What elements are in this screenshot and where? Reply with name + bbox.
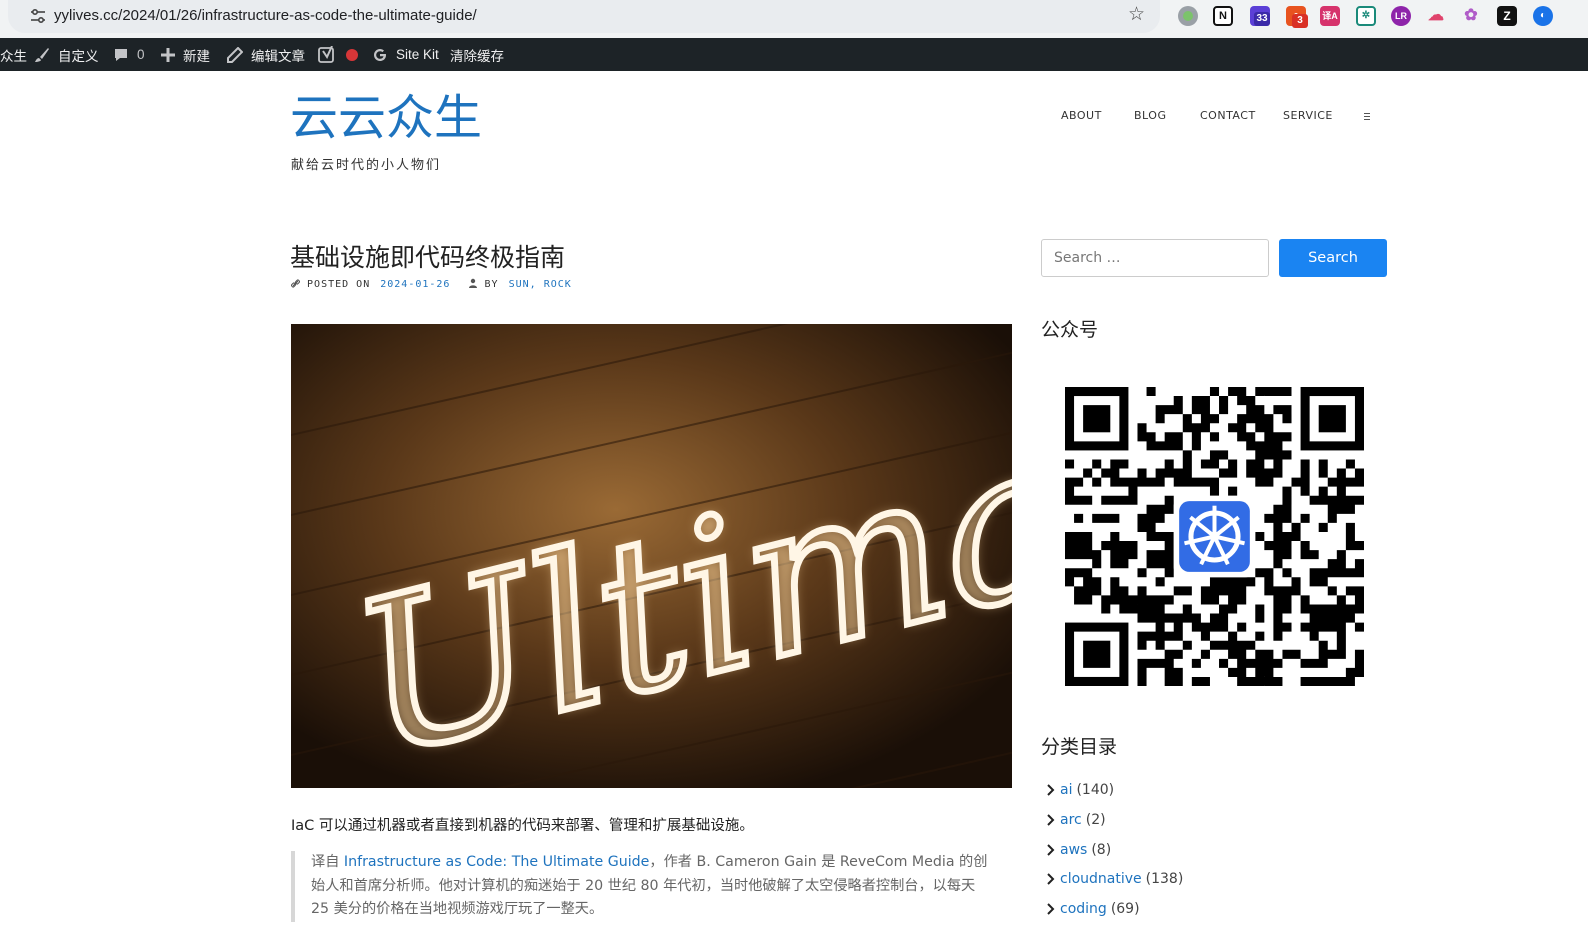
category-link[interactable]: ai <box>1060 782 1072 798</box>
pencil-icon <box>227 46 243 63</box>
posted-on-label: POSTED ON <box>307 279 371 290</box>
translation-note: 译自 Infrastructure as Code: The Ultimate … <box>291 851 991 922</box>
extension-badge: 33 <box>1254 12 1270 26</box>
site-info-icon[interactable] <box>30 9 46 23</box>
featured-image: Ultimate Ultimate <box>291 324 1012 788</box>
qr-finder-pattern <box>1065 622 1129 686</box>
quote-prefix: 译自 <box>311 854 340 870</box>
brush-icon <box>35 47 49 62</box>
url-text[interactable]: yylives.cc/2024/01/26/infrastructure-as-… <box>54 7 477 24</box>
category-link[interactable]: aws <box>1060 842 1087 858</box>
nav-blog[interactable]: BLOG <box>1134 109 1166 122</box>
seo-status-dot <box>346 49 358 61</box>
category-count: (2) <box>1085 812 1106 828</box>
google-g-icon <box>374 48 386 61</box>
chevron-right-icon <box>1047 873 1055 885</box>
chevron-right-icon <box>1047 814 1055 826</box>
category-item[interactable]: ai (140) <box>1044 779 1114 801</box>
cloud-extension-icon[interactable]: ☁ <box>1426 6 1446 26</box>
author-links[interactable]: SUN, ROCK <box>509 279 572 290</box>
neon-sign-image: Ultimate Ultimate <box>291 324 1012 788</box>
chevron-right-icon <box>1047 784 1055 796</box>
link-icon <box>291 279 300 288</box>
comment-icon <box>115 48 127 61</box>
admin-customize[interactable]: 自定义 <box>34 38 99 71</box>
article-title: 基础设施即代码终极指南 <box>290 243 566 272</box>
menu-toggle-icon[interactable] <box>1364 113 1370 120</box>
zhihu-extension-icon[interactable]: Z <box>1497 6 1517 26</box>
chevron-right-icon <box>1047 844 1055 856</box>
admin-clear-cache-label: 清除缓存 <box>450 48 504 64</box>
chevron-right-icon <box>1047 903 1055 915</box>
search-button[interactable]: Search <box>1279 239 1387 277</box>
category-item[interactable]: cloudnative (138) <box>1044 868 1183 890</box>
admin-clear-cache[interactable]: 清除缓存 <box>450 38 504 71</box>
admin-customize-label: 自定义 <box>58 48 99 64</box>
translate-extension-icon[interactable]: 译A <box>1320 6 1340 26</box>
wechat-widget-title: 公众号 <box>1041 319 1099 341</box>
admin-site-name[interactable]: 众生 <box>0 38 27 71</box>
plus-icon <box>161 47 175 62</box>
search-input[interactable] <box>1041 239 1269 277</box>
category-link[interactable]: cloudnative <box>1060 871 1142 887</box>
site-description: 献给云时代的小人物们 <box>291 158 442 173</box>
admin-site-kit-label: Site Kit <box>396 47 439 62</box>
notion-icon[interactable]: N <box>1213 6 1233 26</box>
openai-extension-icon[interactable]: ✿ <box>1461 6 1481 26</box>
admin-yoast[interactable] <box>318 38 344 71</box>
category-link[interactable]: coding <box>1060 901 1107 917</box>
qr-finder-pattern <box>1300 387 1364 451</box>
category-item[interactable]: coding (69) <box>1044 898 1140 920</box>
admin-comments[interactable]: 0 <box>113 38 145 71</box>
lr-extension-icon[interactable]: LR <box>1391 6 1411 26</box>
admin-new[interactable]: 新建 <box>161 38 210 71</box>
green-circle-extension-icon[interactable] <box>1178 6 1198 26</box>
category-link[interactable]: arc <box>1060 812 1082 828</box>
categories-widget-title: 分类目录 <box>1041 736 1118 758</box>
category-count: (138) <box>1145 871 1184 887</box>
site-title[interactable]: 云云众生 <box>290 92 482 145</box>
admin-edit-post[interactable]: 编辑文章 <box>227 38 305 71</box>
nav-contact[interactable]: CONTACT <box>1200 109 1256 122</box>
kubernetes-logo-icon <box>1179 501 1250 572</box>
yoast-icon <box>318 45 334 63</box>
address-bar[interactable]: yylives.cc/2024/01/26/infrastructure-as-… <box>8 0 1160 33</box>
category-count: (8) <box>1091 842 1112 858</box>
browser-toolbar: yylives.cc/2024/01/26/infrastructure-as-… <box>0 0 1588 38</box>
article-lead: IaC 可以通过机器或者直接到机器的代码来部署、管理和扩展基础设施。 <box>291 818 754 834</box>
source-article-link[interactable]: Infrastructure as Code: The Ultimate Gui… <box>344 854 650 870</box>
admin-new-label: 新建 <box>183 48 210 64</box>
nav-service[interactable]: SERVICE <box>1283 109 1333 122</box>
admin-site-kit[interactable]: Site Kit <box>372 38 439 71</box>
admin-site-name-label: 众生 <box>0 48 27 64</box>
category-item[interactable]: aws (8) <box>1044 839 1111 861</box>
qr-finder-pattern <box>1065 387 1129 451</box>
admin-comments-count: 0 <box>137 47 145 62</box>
extension-badge: 3 <box>1292 14 1308 28</box>
entry-meta: POSTED ON 2024-01-26 BY SUN, ROCK <box>291 278 572 290</box>
admin-edit-post-label: 编辑文章 <box>251 48 305 64</box>
category-count: (69) <box>1110 901 1140 917</box>
blue-circle-extension-icon[interactable]: ◐ <box>1533 6 1553 26</box>
molecule-extension-icon[interactable]: ✲ <box>1356 6 1376 26</box>
category-count: (140) <box>1076 782 1115 798</box>
nav-about[interactable]: ABOUT <box>1061 109 1102 122</box>
wp-admin-bar: 众生 自定义 0 新建 编辑文章 Site Kit 清除缓存 <box>0 38 1588 71</box>
bookmark-star-icon[interactable]: ☆ <box>1128 5 1145 24</box>
user-icon <box>468 278 477 288</box>
category-item[interactable]: arc (2) <box>1044 809 1106 831</box>
post-date-link[interactable]: 2024-01-26 <box>380 279 450 290</box>
by-label: BY <box>484 279 499 290</box>
wechat-qr-code <box>1065 387 1364 686</box>
